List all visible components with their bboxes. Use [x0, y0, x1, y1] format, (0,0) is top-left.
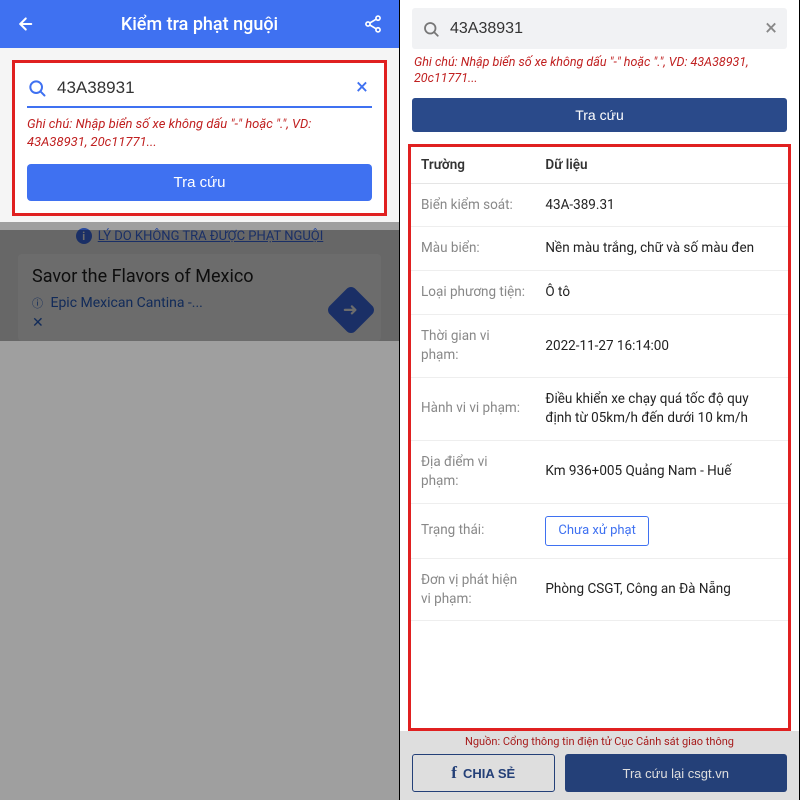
input-hint: Ghi chú: Nhập biển số xe không dấu "-" h…: [27, 116, 372, 152]
header-field: Trường: [411, 147, 535, 184]
data-cell: Ô tô: [535, 271, 788, 315]
results-table-wrap: Trường Dữ liệu Biển kiểm soát:43A-389.31…: [408, 144, 791, 732]
reason-link-label: LÝ DO KHÔNG TRA ĐƯỢC PHẠT NGUỘI: [98, 229, 324, 244]
info-icon: i: [76, 228, 92, 244]
data-cell: Điều khiển xe chạy quá tốc độ quy định t…: [535, 377, 788, 440]
share-button[interactable]: f CHIA SẺ: [412, 754, 555, 792]
ad-close-icon[interactable]: ✕: [32, 315, 367, 331]
clear-icon[interactable]: ×: [765, 16, 777, 41]
search-button[interactable]: Tra cứu: [412, 98, 787, 132]
field-cell: Trạng thái:: [411, 503, 535, 558]
share-label: CHIA SẺ: [463, 766, 515, 781]
data-cell: Nền màu trắng, chữ và số màu đen: [535, 227, 788, 271]
left-screenshot: Kiểm tra phạt nguội × Ghi chú: Nhập biển…: [0, 0, 400, 800]
ad-title: Savor the Flavors of Mexico: [32, 266, 367, 289]
data-cell: Phòng CSGT, Công an Đà Nẵng: [535, 558, 788, 621]
retry-button[interactable]: Tra cứu lại csgt.vn: [565, 754, 788, 792]
field-cell: Biển kiểm soát:: [411, 183, 535, 227]
table-row: Thời gian vi phạm:2022-11-27 16:14:00: [411, 315, 788, 378]
table-row: Loại phương tiện:Ô tô: [411, 271, 788, 315]
field-cell: Màu biển:: [411, 227, 535, 271]
table-row: Địa điểm vi phạm:Km 936+005 Quảng Nam - …: [411, 440, 788, 503]
table-row: Đơn vị phát hiện vi phạm:Phòng CSGT, Côn…: [411, 558, 788, 621]
ad-subtitle: ⓘ Epic Mexican Cantina -...: [32, 295, 367, 311]
header-data: Dữ liệu: [535, 147, 788, 184]
facebook-icon: f: [451, 763, 457, 783]
ad-card[interactable]: Savor the Flavors of Mexico ➜ ⓘ Epic Mex…: [18, 254, 381, 341]
field-cell: Hành vi vi phạm:: [411, 377, 535, 440]
plate-input[interactable]: [57, 78, 342, 98]
clear-icon[interactable]: ×: [352, 75, 372, 100]
plate-input[interactable]: [450, 20, 755, 38]
search-icon: [422, 20, 440, 38]
table-row: Màu biển:Nền màu trắng, chữ và số màu đe…: [411, 227, 788, 271]
search-button[interactable]: Tra cứu: [27, 164, 372, 201]
ad-info-icon: ⓘ: [32, 297, 43, 310]
search-icon: [27, 78, 47, 98]
data-cell: Chưa xử phạt: [535, 503, 788, 558]
app-header: Kiểm tra phạt nguội: [0, 0, 399, 48]
reason-link[interactable]: i LÝ DO KHÔNG TRA ĐƯỢC PHẠT NGUỘI: [0, 228, 399, 244]
right-screenshot: × Ghi chú: Nhập biển số xe không dấu "-"…: [400, 0, 800, 800]
search-row: ×: [412, 8, 787, 49]
field-cell: Đơn vị phát hiện vi phạm:: [411, 558, 535, 621]
data-cell: Km 936+005 Quảng Nam - Huế: [535, 440, 788, 503]
status-chip: Chưa xử phạt: [545, 516, 648, 546]
field-cell: Thời gian vi phạm:: [411, 315, 535, 378]
page-title: Kiểm tra phạt nguội: [36, 14, 363, 35]
bottom-actions: f CHIA SẺ Tra cứu lại csgt.vn: [400, 754, 799, 800]
data-cell: 43A-389.31: [535, 183, 788, 227]
results-table: Trường Dữ liệu Biển kiểm soát:43A-389.31…: [411, 147, 788, 622]
table-row: Trạng thái: Chưa xử phạt: [411, 503, 788, 558]
input-hint: Ghi chú: Nhập biển số xe không dấu "-" h…: [400, 49, 799, 98]
source-text: Nguồn: Cổng thông tin điện tử Cục Cảnh s…: [400, 731, 799, 754]
search-row: ×: [27, 75, 372, 108]
table-row: Biển kiểm soát:43A-389.31: [411, 183, 788, 227]
share-icon[interactable]: [363, 14, 387, 34]
field-cell: Loại phương tiện:: [411, 271, 535, 315]
search-area: ×: [400, 0, 799, 49]
data-cell: 2022-11-27 16:14:00: [535, 315, 788, 378]
search-card: × Ghi chú: Nhập biển số xe không dấu "-"…: [12, 60, 387, 216]
back-icon[interactable]: [12, 13, 36, 35]
field-cell: Địa điểm vi phạm:: [411, 440, 535, 503]
table-row: Hành vi vi phạm:Điều khiển xe chạy quá t…: [411, 377, 788, 440]
